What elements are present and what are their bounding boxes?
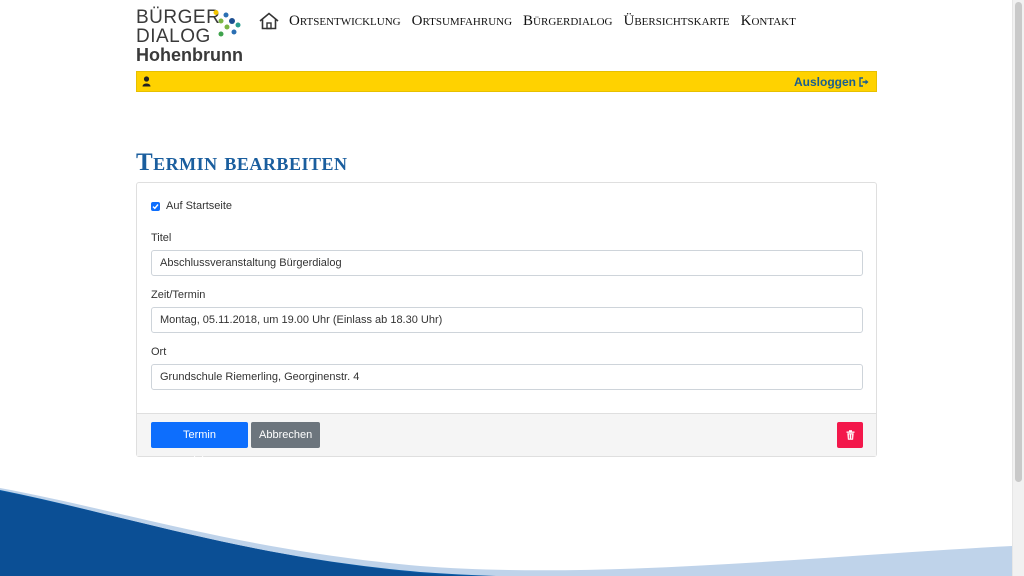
logo-dots-icon [213, 10, 241, 37]
startpage-checkbox-label: Auf Startseite [166, 200, 233, 212]
form-footer: Termin speichern Abbrechen [137, 413, 876, 467]
site-logo[interactable]: BÜRGER DIALOG Hohenbrunn [136, 7, 246, 65]
save-button[interactable]: Termin speichern [151, 422, 248, 467]
logo-text-line3: Hohenbrunn [136, 45, 243, 65]
place-label: Ort [151, 346, 167, 358]
nav-item-kontakt[interactable]: Kontakt [741, 13, 796, 30]
sign-out-icon [859, 77, 869, 87]
nav-item-buergerdialog[interactable]: Bürgerdialog [523, 13, 612, 30]
nav-item-ortsumfahrung[interactable]: Ortsumfahrung [412, 13, 512, 30]
title-input[interactable]: Abschlussveranstaltung Bürgerdialog [151, 250, 863, 276]
footer-wave [0, 488, 1012, 576]
startpage-checkbox-row: Auf Startseite [151, 200, 232, 212]
trash-icon [846, 430, 854, 440]
page-scrollbar[interactable] [1012, 0, 1024, 576]
nav-item-uebersichtskarte[interactable]: Übersichtskarte [624, 13, 730, 30]
edit-appointment-form: Auf Startseite Titel Abschlussveranstalt… [136, 182, 877, 467]
main-nav: Ortsentwicklung Ortsumfahrung Bürgerdial… [258, 12, 807, 30]
home-icon[interactable] [258, 12, 280, 30]
checkmark-icon [152, 203, 159, 209]
user-bar: Ausloggen [136, 71, 877, 92]
logo-text-line2: DIALOG [136, 26, 211, 47]
place-input[interactable]: Grundschule Riemerling, Georginenstr. 4 [151, 364, 863, 390]
title-label: Titel [151, 232, 172, 244]
scrollbar-thumb[interactable] [1015, 2, 1022, 482]
user-icon [142, 76, 151, 87]
logout-link[interactable]: Ausloggen [794, 75, 870, 89]
logo-text-line1: BÜRGER [136, 7, 221, 28]
delete-button[interactable] [837, 422, 863, 448]
logout-label: Ausloggen [794, 75, 856, 89]
nav-item-ortsentwicklung[interactable]: Ortsentwicklung [289, 13, 401, 30]
startpage-checkbox[interactable] [151, 201, 160, 211]
cancel-button[interactable]: Abbrechen [251, 422, 320, 448]
time-label: Zeit/Termin [151, 289, 206, 301]
page-title: Termin bearbeiten [136, 149, 348, 176]
time-input[interactable]: Montag, 05.11.2018, um 19.00 Uhr (Einlas… [151, 307, 863, 333]
